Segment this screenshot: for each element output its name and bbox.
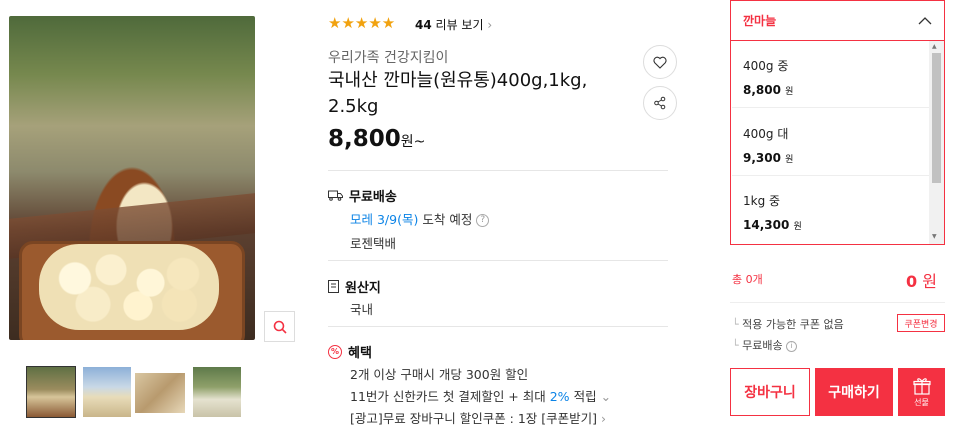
delivery-status-text: 무료배송	[742, 339, 783, 352]
option-name: 400g 중	[743, 59, 789, 73]
search-icon	[273, 320, 287, 334]
thumbnail-1[interactable]	[26, 366, 76, 418]
share-button[interactable]	[643, 86, 677, 120]
brand-name[interactable]: 우리가족 건강지킴이	[328, 47, 448, 67]
origin-section-title: 원산지	[328, 277, 381, 296]
review-count: 44	[415, 18, 432, 32]
thumbnail-3[interactable]	[135, 373, 185, 413]
option-item[interactable]: 1kg 중 14,300 원	[743, 192, 923, 232]
divider	[328, 260, 668, 261]
price-value: 8,800	[328, 126, 401, 152]
origin-value: 국내	[350, 302, 374, 317]
help-icon[interactable]: ?	[476, 214, 490, 227]
option-price: 14,300	[743, 218, 790, 232]
product-price: 8,800원~	[328, 126, 425, 152]
option-name: 400g 대	[743, 127, 789, 141]
thumbnail-2[interactable]	[83, 367, 131, 417]
price-suffix: 원~	[400, 134, 426, 150]
option-item[interactable]: 400g 중 8,800 원	[743, 57, 923, 97]
chevron-right-icon: ›	[487, 18, 493, 32]
truck-icon	[328, 190, 343, 201]
coupon-ad-text: [광고]무료 장바구니 할인쿠폰 : 1장 [쿠폰받기]	[350, 411, 598, 426]
option-dropdown-header[interactable]: 깐마늘	[731, 1, 944, 41]
review-link[interactable]: 44 리뷰 보기 ›	[415, 16, 492, 33]
percent-icon: %	[328, 344, 342, 359]
delivery-estimate: 모레 3/9(목) 도착 예정 ?	[350, 209, 490, 228]
courier-name: 로젠택배	[350, 236, 397, 251]
total-value: 0	[906, 272, 918, 291]
total-count: 총 0개	[732, 273, 763, 286]
product-main-image	[9, 16, 255, 340]
product-title: 국내산 깐마늘(원유통)400g,1kg, 2.5kg	[328, 70, 588, 117]
scroll-down-icon[interactable]: ▼	[932, 233, 937, 240]
divider	[732, 107, 930, 108]
total-unit: 원	[922, 272, 937, 291]
option-name: 1kg 중	[743, 194, 781, 208]
delivery-status: └ 무료배송 i	[732, 337, 798, 353]
card-benefit-suffix: 적립	[573, 389, 597, 404]
info-icon[interactable]: i	[786, 340, 798, 352]
delivery-suffix: 도착 예정	[422, 212, 473, 227]
divider	[328, 170, 668, 171]
chevron-right-icon: ›	[601, 411, 607, 426]
divider	[732, 175, 930, 176]
heart-icon	[653, 56, 667, 69]
coupon-ad-link[interactable]: [광고]무료 장바구니 할인쿠폰 : 1장 [쿠폰받기] ›	[350, 408, 606, 427]
option-unit: 원	[785, 87, 794, 97]
option-panel: 깐마늘 400g 중 8,800 원 400g 대 9,300 원 1kg 중 …	[730, 0, 945, 245]
chevron-up-icon	[918, 16, 932, 24]
card-benefit-percent: 2%	[549, 389, 570, 404]
coupon-status-text: 적용 가능한 쿠폰 없음	[742, 318, 844, 331]
coupon-status: └ 적용 가능한 쿠폰 없음	[732, 318, 844, 331]
buy-button[interactable]: 구매하기	[815, 368, 893, 416]
gift-button[interactable]: 선물	[898, 368, 945, 416]
shipping-section-title: 무료배송	[328, 186, 397, 205]
gift-label: 선물	[914, 397, 929, 407]
thumbnail-4[interactable]	[193, 367, 241, 417]
option-price: 8,800	[743, 83, 781, 97]
chevron-down-icon: ⌄	[600, 389, 612, 404]
option-unit: 원	[785, 155, 794, 165]
card-benefit-text: 11번가 신한카드 첫 결제할인 + 최대	[350, 389, 546, 404]
option-unit: 원	[793, 222, 802, 232]
rating-stars: ★★★★★	[328, 14, 396, 32]
total-price: 0 원	[906, 268, 937, 292]
delivery-date: 모레 3/9(목)	[350, 212, 419, 227]
wishlist-button[interactable]	[643, 45, 677, 79]
scrollbar-thumb[interactable]	[932, 53, 941, 183]
origin-title: 원산지	[345, 281, 381, 296]
document-icon	[328, 280, 339, 293]
benefit-line-2[interactable]: 11번가 신한카드 첫 결제할인 + 최대 2% 적립 ⌄	[350, 386, 611, 405]
share-icon	[654, 96, 666, 110]
shipping-title: 무료배송	[349, 190, 397, 205]
gift-icon	[912, 377, 931, 395]
scroll-up-icon[interactable]: ▲	[932, 43, 937, 50]
review-label: 리뷰 보기	[435, 18, 484, 32]
cart-button[interactable]: 장바구니	[730, 368, 810, 416]
coupon-change-button[interactable]: 쿠폰변경	[897, 314, 945, 332]
benefit-line-1: 2개 이상 구매시 개당 300원 할인	[350, 367, 529, 382]
benefit-title: 혜택	[348, 346, 372, 361]
option-item[interactable]: 400g 대 9,300 원	[743, 125, 923, 165]
benefit-section-title: % 혜택	[328, 342, 372, 361]
divider	[730, 302, 945, 303]
zoom-button[interactable]	[264, 311, 295, 342]
option-header-label: 깐마늘	[743, 14, 777, 28]
option-price: 9,300	[743, 151, 781, 165]
divider	[328, 326, 668, 327]
